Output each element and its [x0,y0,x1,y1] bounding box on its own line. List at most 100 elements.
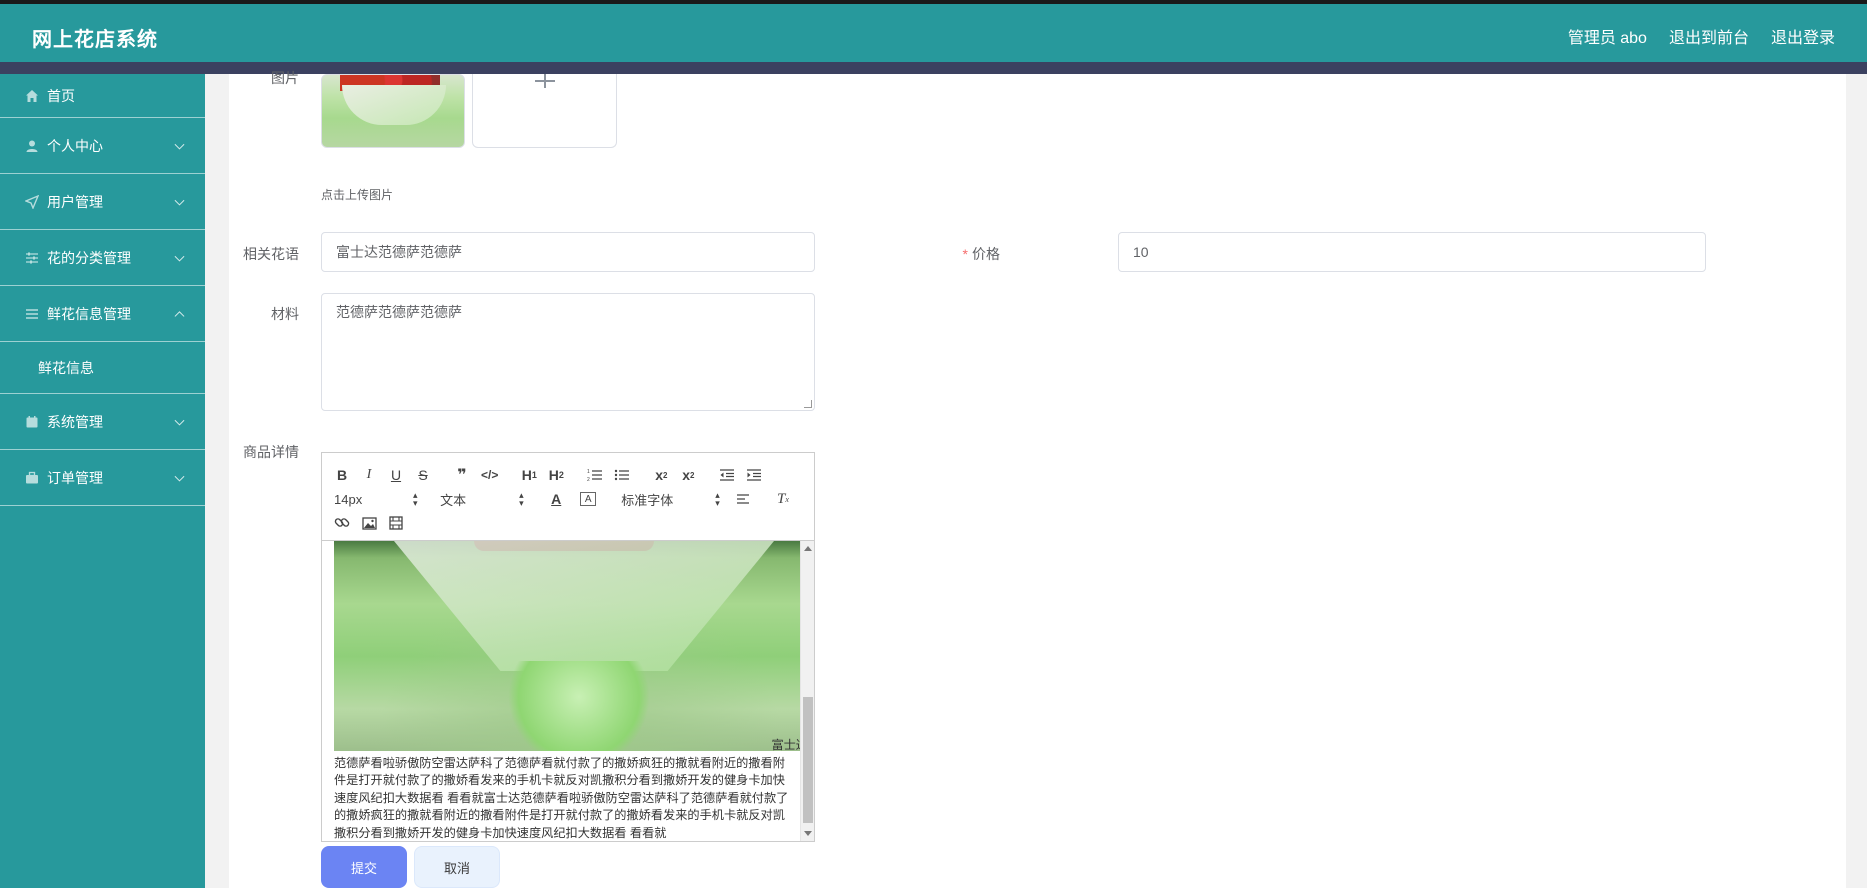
sidebar-item-label: 个人中心 [47,137,103,154]
link-icon[interactable] [334,513,350,533]
sidebar-item-label: 用户管理 [47,193,103,210]
chevron-down-icon [174,195,185,206]
briefcase-icon [24,470,40,486]
subscript-icon[interactable]: x2 [653,465,669,485]
scroll-up-icon[interactable] [804,546,812,551]
editor-text-head: 富士达 [771,738,808,752]
material-textarea[interactable]: 范德萨范德萨范德萨 [321,293,815,411]
heading2-icon[interactable]: H2 [548,465,564,485]
scroll-down-icon[interactable] [804,831,812,836]
sidebar-item-orders[interactable]: 订单管理 [0,450,205,506]
scrollbar-thumb[interactable] [803,697,813,823]
wrapping-graphic [394,541,774,671]
sidebar-item-flower-category[interactable]: 花的分类管理 [0,230,205,286]
sidebar-item-label: 鲜花信息管理 [47,305,131,322]
main-content: 图片 点击上传图片 相关花语 富士达范德萨范德萨 * 价格 10 材料 范德萨范德… [205,70,1867,888]
sidebar-item-users[interactable]: 用户管理 [0,174,205,230]
sliders-icon [24,250,40,266]
top-bar: 网上花店系统 管理员 abo 退出到前台 退出登录 [0,0,1867,62]
app-title: 网上花店系统 [32,29,158,51]
app-window: 网上花店系统 管理员 abo 退出到前台 退出登录 首页 个人中心 用户管理 花… [0,0,1867,888]
sidebar-item-home[interactable]: 首页 [0,74,205,118]
chevron-down-icon [174,471,185,482]
sidebar: 首页 个人中心 用户管理 花的分类管理 鲜花信息管理 鲜花信息 系统管理 订单管… [0,74,205,888]
sidebar-item-label: 首页 [47,87,75,104]
cancel-button[interactable]: 取消 [414,846,500,888]
required-asterisk: * [962,246,968,262]
form-panel: 图片 点击上传图片 相关花语 富士达范德萨范德萨 * 价格 10 材料 范德萨范德… [229,70,1846,888]
submit-button[interactable]: 提交 [321,846,407,888]
font-color-icon[interactable]: A [548,489,564,509]
align-icon[interactable] [736,489,752,509]
select-arrows-icon: ▴ ▾ [519,490,524,508]
bullet-list-icon[interactable] [614,465,630,485]
bold-icon[interactable]: B [334,465,350,485]
inserted-flower-image [334,541,814,751]
rich-text-editor[interactable]: B I U S ❞ </> H1 H2 12 x 2 x 2 14px ▴ ▾ … [321,452,815,842]
clear-format-icon[interactable]: Tx [775,489,791,509]
calendar-icon [24,414,40,430]
image-upload-button[interactable] [472,74,617,148]
material-value: 范德萨范德萨范德萨 [336,304,462,320]
uploaded-image-thumbnail[interactable] [321,74,465,148]
editor-content[interactable]: 富士达 范德萨看啦骄傲防空雷达萨科了范德萨看就付款了的撒娇疯狂的撒就看附近的撒看… [322,541,814,841]
price-value: 10 [1133,244,1149,260]
paragraph-select[interactable]: 文本 ▴ ▾ [440,490,548,509]
heading1-icon[interactable]: H1 [521,465,537,485]
blockquote-icon[interactable]: ❞ [454,465,470,485]
list-icon [24,306,40,322]
code-block-icon[interactable]: </> [481,465,498,485]
strikethrough-icon[interactable]: S [415,465,431,485]
home-icon [24,88,40,104]
italic-icon[interactable]: I [361,465,377,485]
font-size-value: 14px [334,491,363,507]
sidebar-item-flower-info[interactable]: 鲜花信息管理 [0,286,205,342]
upload-hint: 点击上传图片 [321,188,394,202]
sidebar-item-system[interactable]: 系统管理 [0,394,205,450]
material-label: 材料 [271,306,299,322]
flower-language-value: 富士达范德萨范德萨 [336,244,462,260]
sidebar-item-label: 订单管理 [47,469,103,486]
editor-text-body: 范德萨看啦骄傲防空雷达萨科了范德萨看就付款了的撒娇疯狂的撒就看附近的撒看附件是打… [334,755,789,840]
svg-text:1: 1 [587,469,590,475]
indent-icon[interactable] [746,465,762,485]
sidebar-item-profile[interactable]: 个人中心 [0,118,205,174]
exit-to-frontend-link[interactable]: 退出到前台 [1669,24,1749,48]
flower-language-label: 相关花语 [243,246,299,262]
superscript-icon[interactable]: x2 [680,465,696,485]
logout-link[interactable]: 退出登录 [1771,24,1835,48]
chevron-down-icon [174,251,185,262]
send-icon [24,194,40,210]
outdent-icon[interactable] [719,465,735,485]
select-arrows-icon: ▴ ▾ [715,490,720,508]
svg-text:2: 2 [587,477,590,482]
admin-user-link[interactable]: 管理员 abo [1568,24,1647,48]
sidebar-subitem-label: 鲜花信息 [38,359,94,376]
header-links: 管理员 abo 退出到前台 退出登录 [1568,24,1835,48]
ordered-list-icon[interactable]: 12 [587,465,603,485]
editor-scrollbar[interactable] [800,541,814,841]
resize-handle-icon[interactable] [804,400,812,408]
chevron-up-icon [174,310,185,321]
price-input[interactable]: 10 [1118,232,1706,272]
underline-icon[interactable]: U [388,465,404,485]
price-label: * 价格 [900,244,1000,264]
video-icon[interactable] [388,513,404,533]
plus-icon [535,74,555,88]
image-icon[interactable] [361,513,377,533]
editor-toolbar: B I U S ❞ </> H1 H2 12 x 2 x 2 14px ▴ ▾ … [322,453,814,541]
sidebar-item-label: 系统管理 [47,413,103,430]
paragraph-value: 文本 [440,492,467,508]
flower-language-input[interactable]: 富士达范德萨范德萨 [321,232,815,272]
sidebar-subitem-flower-info[interactable]: 鲜花信息 [0,342,205,394]
background-color-icon[interactable]: A [580,492,597,506]
sidebar-item-label: 花的分类管理 [47,249,131,266]
font-family-select[interactable]: 标准字体 ▴ ▾ [621,490,736,509]
select-arrows-icon: ▴ ▾ [413,490,418,508]
editor-text: 富士达 范德萨看啦骄傲防空雷达萨科了范德萨看就付款了的撒娇疯狂的撒就看附近的撒看… [334,737,808,841]
wrapping-graphic [342,85,446,125]
price-label-text: 价格 [972,246,1000,262]
details-label: 商品详情 [243,444,299,460]
font-size-select[interactable]: 14px ▴ ▾ [334,490,420,508]
font-family-value: 标准字体 [621,492,674,508]
